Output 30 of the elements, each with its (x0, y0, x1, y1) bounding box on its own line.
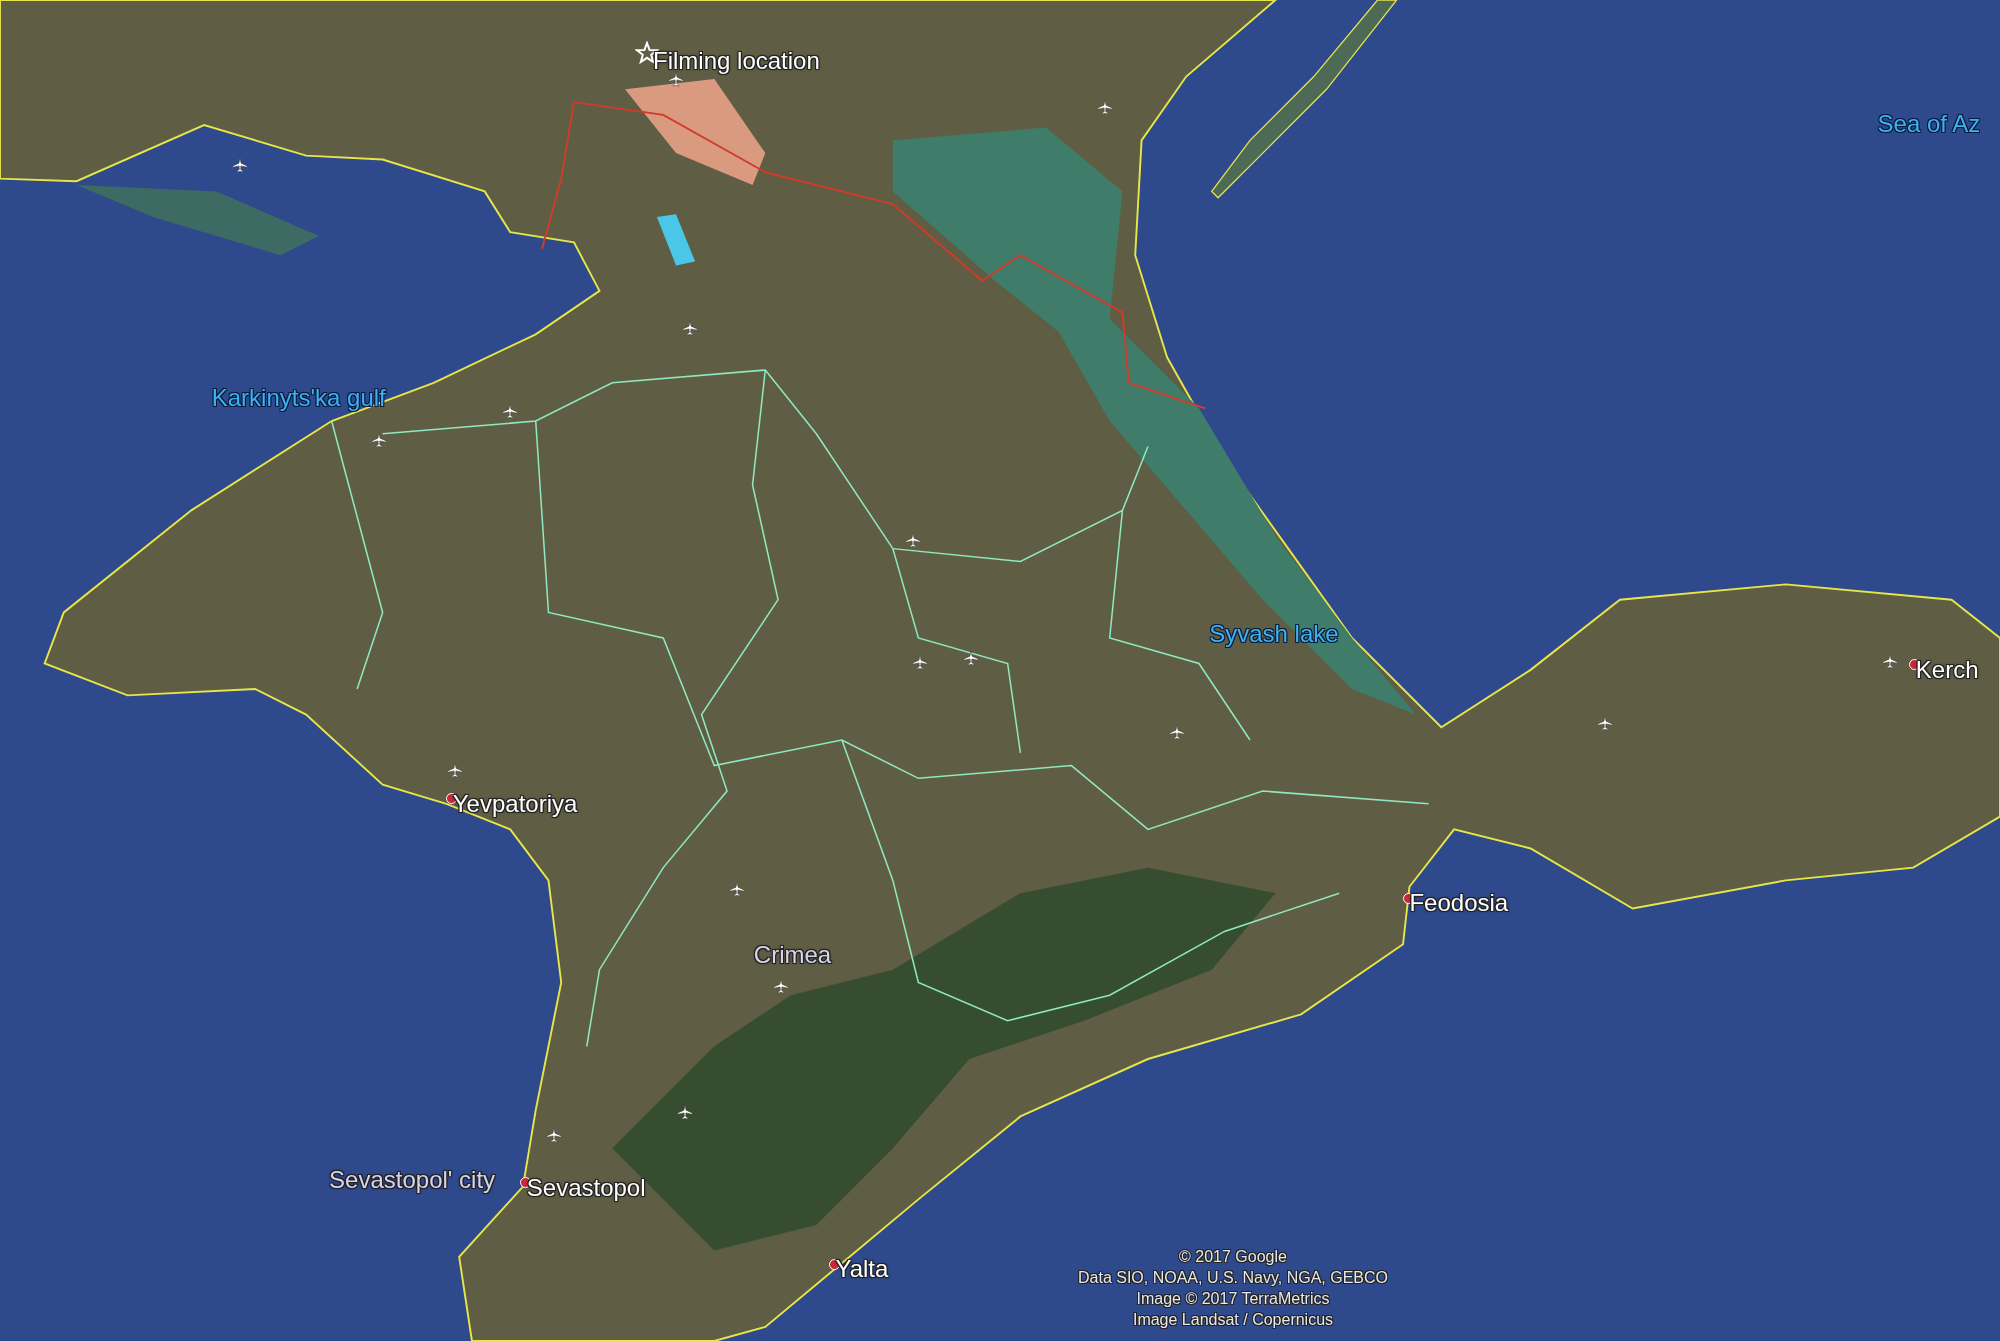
attribution-text: Image © 2017 TerraMetrics (1136, 1289, 1330, 1309)
place-label[interactable]: Sevastopol' city (329, 1164, 496, 1195)
airplane-icon[interactable] (1881, 651, 1900, 670)
place-label[interactable]: Sevastopol (526, 1172, 646, 1203)
place-label[interactable]: Kerch (1915, 654, 1979, 685)
airplane-icon[interactable] (1095, 98, 1114, 117)
airplane-icon[interactable] (544, 1126, 563, 1145)
airplane-icon[interactable] (681, 318, 700, 337)
water-label[interactable]: Sea of Az (1877, 108, 1981, 139)
water-label[interactable]: Karkinyts'ka gulf (211, 382, 386, 413)
airplane-icon[interactable] (728, 880, 747, 898)
attribution-text: Data SIO, NOAA, U.S. Navy, NGA, GEBCO (1078, 1268, 1388, 1288)
airplane-icon[interactable] (961, 649, 980, 668)
place-label[interactable]: Yalta (835, 1254, 889, 1285)
airplane-icon[interactable] (446, 761, 465, 780)
airplane-icon[interactable] (1595, 714, 1614, 733)
airplane-icon[interactable] (230, 155, 249, 174)
attribution-text: © 2017 Google (1179, 1247, 1287, 1267)
place-label[interactable]: Yevpatoriya (452, 788, 578, 819)
airplane-icon[interactable] (1168, 723, 1187, 742)
airplane-icon[interactable] (501, 401, 520, 420)
place-label[interactable]: Crimea (753, 940, 832, 971)
attribution-text: Image Landsat / Copernicus (1132, 1310, 1334, 1330)
place-label[interactable]: Filming location (653, 46, 820, 77)
airplane-icon[interactable] (771, 976, 790, 995)
place-label[interactable]: Feodosia (1409, 888, 1509, 919)
airplane-icon[interactable] (904, 530, 923, 549)
airplane-icon[interactable] (675, 1103, 694, 1122)
airplane-icon[interactable] (910, 653, 929, 671)
airplane-icon[interactable] (369, 431, 388, 450)
